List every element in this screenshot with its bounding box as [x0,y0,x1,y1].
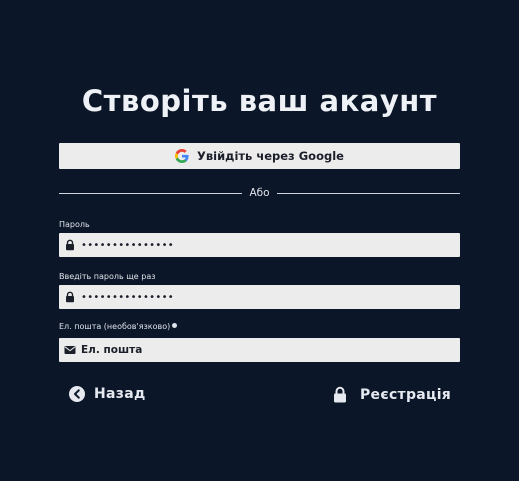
back-button[interactable]: Назад [69,386,146,402]
register-button[interactable]: Реєстрація [333,386,451,403]
email-placeholder: Ел. пошта [81,344,143,356]
envelope-icon [64,346,76,354]
page-title: Створіть ваш акаунт [81,84,438,118]
password-repeat-label: Введіть пароль ще раз [59,272,156,281]
password-field[interactable]: ••••••••••••••• [59,233,460,257]
lock-icon [66,239,74,251]
or-divider: Або [59,186,460,200]
lock-icon [66,291,74,303]
lock-icon [334,386,346,403]
password-repeat-field[interactable]: ••••••••••••••• [59,285,460,309]
arrow-left-circle-icon [69,386,85,402]
google-g-icon [175,149,189,163]
divider-text: Або [249,187,270,199]
info-icon [172,323,178,328]
google-signin-button[interactable]: Увійдіть через Google [59,143,460,169]
email-label: Ел. пошта (необов'язково) [59,322,171,331]
google-signin-label: Увійдіть через Google [197,149,344,163]
email-field[interactable]: Ел. пошта [59,338,460,362]
email-label-wrap: Ел. пошта (необов'язково) [59,322,178,331]
password-value: ••••••••••••••• [81,239,174,251]
register-label: Реєстрація [360,386,452,403]
password-repeat-value: ••••••••••••••• [81,291,174,303]
back-label: Назад [94,386,146,402]
password-label: Пароль [59,220,90,229]
